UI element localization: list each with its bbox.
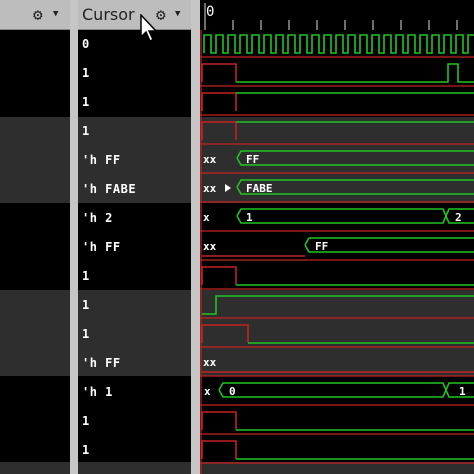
signal-waveform [201,63,237,82]
bus-waveform [218,382,474,398]
bus-value-label: xx [203,153,217,166]
group-band [0,462,70,474]
signal-value: 1 [82,124,90,138]
group-band [200,462,474,474]
signal-value-panel[interactable]: Cursor ⚙ ▼ 0 1 1 1 'h FF 'h FABE 'h 2 'h… [78,0,191,474]
signal-waveform [201,411,237,430]
bus-value-label: FF [315,240,328,253]
signal-waveform [201,92,237,111]
signal-waveform [236,63,474,83]
signal-value: 'h 2 [82,211,113,225]
bus-waveform [236,208,474,224]
mouse-pointer-icon [140,14,158,43]
group-band [0,117,70,203]
signal-value: 'h FF [82,153,121,167]
signal-value: 'h FABE [82,182,137,196]
ruler-ticks [204,3,458,30]
clock-waveform [203,34,474,54]
bus-value-label: 0 [229,385,236,398]
column-splitter[interactable] [191,0,200,474]
signal-name-panel[interactable]: ⚙ ▼ [0,0,70,474]
signal-value: 1 [82,269,90,283]
signal-waveform [201,266,237,285]
gear-icon[interactable]: ⚙ [33,5,43,24]
time-ruler[interactable]: 0 [200,0,474,30]
group-band [78,462,191,474]
signal-value: 'h 1 [82,385,113,399]
value-column-header[interactable]: Cursor ⚙ ▼ [78,0,191,30]
bus-value-label: 1 [246,211,253,224]
name-column-header[interactable]: ⚙ ▼ [0,0,70,30]
bus-value-label: xx [203,356,217,369]
bus-waveform [304,237,474,253]
signal-value: 1 [82,66,90,80]
waveform-canvas[interactable]: xx FF xx FABE x 1 2 xx FF xx x 0 1 [200,30,474,474]
signal-value: 1 [82,327,90,341]
signal-value: 0 [82,37,90,51]
signal-value: 1 [82,298,90,312]
bus-value-label: xx [203,240,217,253]
signal-value: 'h FF [82,356,121,370]
bus-value-label: FF [246,153,259,166]
bus-value-label: 2 [455,211,462,224]
bus-value-label: x [204,385,211,398]
column-splitter[interactable] [70,0,78,474]
bus-value-label: 1 [459,385,466,398]
signal-value: 1 [82,414,90,428]
bus-value-label: x [203,211,210,224]
group-band [200,290,474,376]
group-band [0,290,70,376]
chevron-down-icon[interactable]: ▼ [175,9,180,19]
bus-value-label: xx [203,182,217,195]
waveform-panel[interactable]: xx FF xx FABE x 1 2 xx FF xx x 0 1 [200,30,474,474]
column-title: Cursor [82,5,135,24]
signal-value: 1 [82,443,90,457]
signal-value: 'h FF [82,240,121,254]
signal-value: 1 [82,95,90,109]
signal-waveform [201,440,237,459]
chevron-down-icon[interactable]: ▼ [53,9,58,19]
group-band [200,117,474,203]
bus-value-label: FABE [246,182,273,195]
